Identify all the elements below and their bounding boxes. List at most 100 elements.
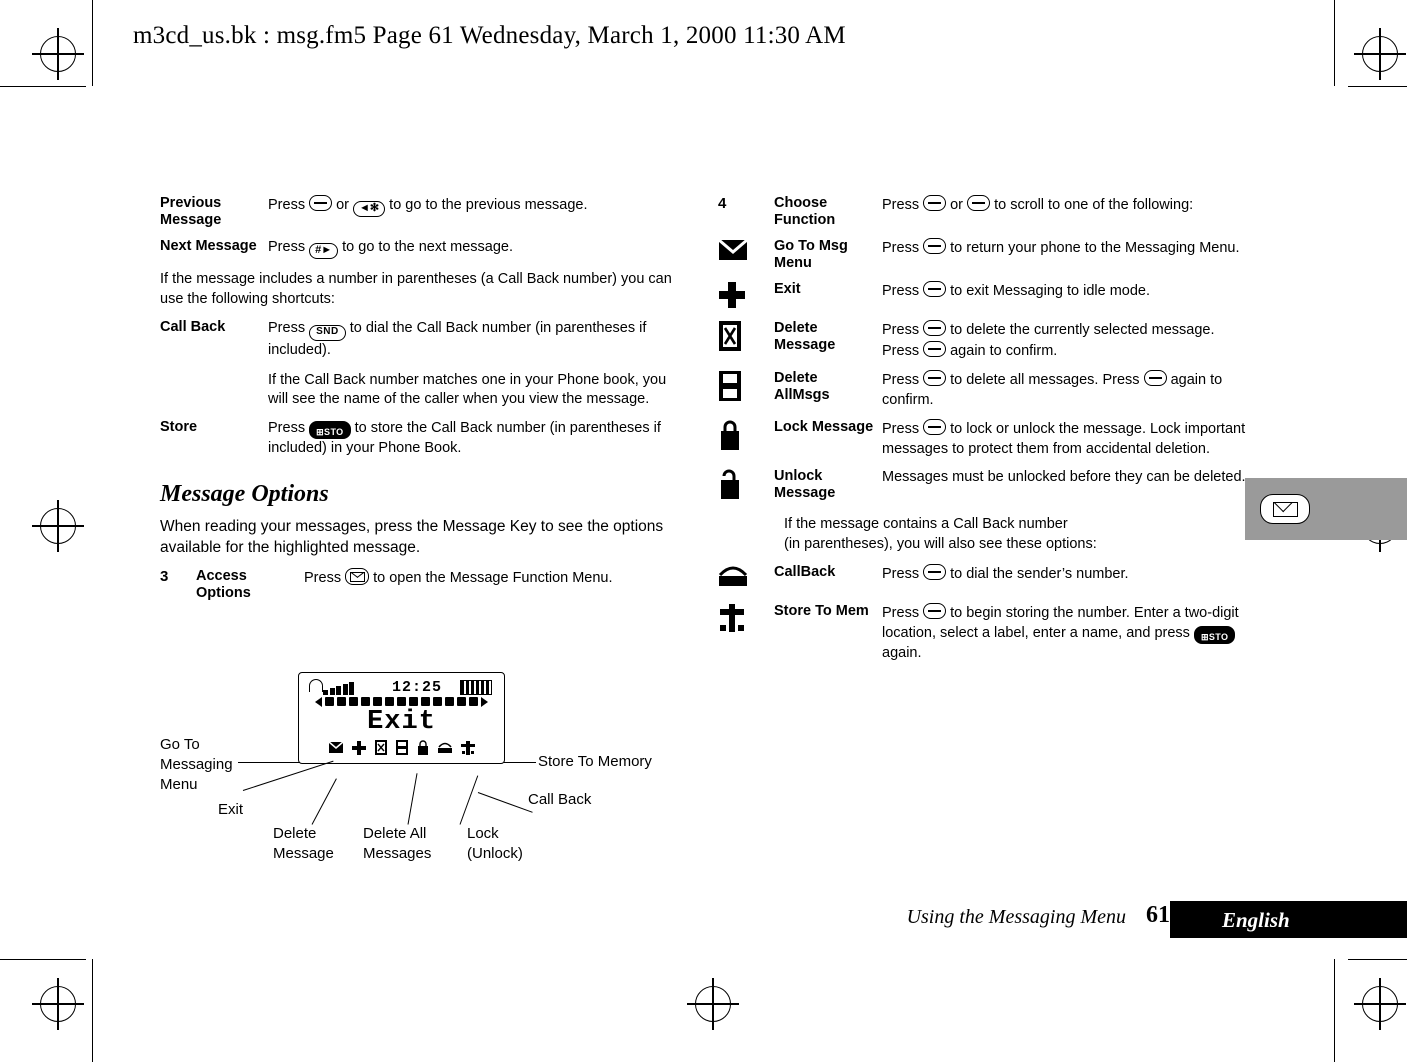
term-go-to-msg-menu: Go To Msg Menu bbox=[774, 238, 848, 271]
volume-down-key-icon bbox=[967, 195, 991, 211]
section-heading-message-options: Message Options bbox=[160, 481, 329, 507]
desc-text: Press bbox=[882, 566, 924, 582]
desc-text: Press bbox=[268, 197, 310, 213]
table-row-callback: CallBack Press to dial the sender’s numb… bbox=[718, 564, 1248, 603]
desc-store-to-mem: Press to begin storing the number. Enter… bbox=[882, 603, 1248, 663]
leader-line-delete-msg bbox=[311, 778, 337, 825]
crop-rule-right bbox=[1334, 0, 1335, 86]
step-number-3: 3 bbox=[160, 568, 169, 585]
registration-mark-bottom-right bbox=[1354, 978, 1406, 1030]
desc-go-to-msg-menu: Press to return your phone to the Messag… bbox=[882, 238, 1248, 259]
crop-rule-bottom-left bbox=[0, 959, 86, 960]
leader-line-delete-all bbox=[407, 773, 418, 825]
desc-text: again. bbox=[882, 644, 922, 661]
select-key-icon bbox=[923, 564, 947, 580]
snd-key-icon: SND bbox=[309, 325, 346, 341]
previous-next-table: Previous Message Press or ◄✻ to go to th… bbox=[160, 195, 690, 268]
label-text: Lock (Unlock) bbox=[467, 825, 523, 862]
leader-line-go-to-menu bbox=[238, 762, 300, 763]
store-to-mem-icon bbox=[460, 740, 475, 760]
delete-all-msgs-icon bbox=[395, 740, 408, 760]
sto-key-icon: ⊞STO bbox=[1193, 625, 1236, 644]
table-row-exit: Exit Press to exit Messaging to idle mod… bbox=[718, 281, 1248, 320]
select-key-icon bbox=[923, 340, 947, 357]
desc-text: to delete all messages. Press bbox=[946, 372, 1144, 388]
crop-rule-top-left bbox=[0, 86, 86, 87]
term-store: Store bbox=[160, 418, 198, 435]
desc-text: Press bbox=[268, 320, 310, 336]
desc-text: to go to the next message. bbox=[338, 239, 514, 255]
figure-label-call-back: Call Back bbox=[528, 790, 591, 810]
desc-text: to go to the previous message. bbox=[385, 197, 588, 213]
signal-strength-icon bbox=[323, 682, 354, 695]
desc-text: to exit Messaging to idle mode. bbox=[946, 283, 1151, 299]
footer-language: English bbox=[1222, 908, 1290, 932]
registration-mark-top-left bbox=[32, 28, 84, 80]
crop-rule-bottom-right-v bbox=[1334, 959, 1335, 1062]
step-3-table: 3 Access Options Press to open the Messa… bbox=[160, 568, 690, 611]
lcd-status-bar: 12:25 bbox=[305, 677, 498, 696]
select-key-icon bbox=[1143, 370, 1167, 386]
select-key-icon bbox=[923, 238, 947, 254]
term-delete-message: Delete Message bbox=[774, 320, 836, 353]
desc-text: Press bbox=[882, 283, 924, 299]
term-next-message: Next Message bbox=[160, 238, 257, 254]
table-row-previous-message: Previous Message Press or ◄✻ to go to th… bbox=[160, 195, 690, 238]
scroll-left-arrow-icon bbox=[315, 696, 322, 707]
term-choose-function: Choose Function bbox=[774, 195, 836, 228]
desc-text: Press bbox=[882, 197, 924, 213]
desc-delete-all-msgs: Press to delete all messages. Press agai… bbox=[882, 370, 1248, 410]
lcd-icon-row bbox=[307, 740, 496, 760]
leader-line-exit bbox=[242, 760, 334, 791]
term-exit: Exit bbox=[774, 281, 801, 297]
term-call-back: Call Back bbox=[160, 319, 226, 335]
exit-icon bbox=[718, 281, 750, 311]
star-key-icon: ◄✻ bbox=[353, 201, 386, 217]
desc-call-back: Press SND to dial the Call Back number (… bbox=[268, 319, 690, 361]
table-row-delete-message: Delete Message Press to delete the curre… bbox=[718, 320, 1248, 370]
select-key-icon bbox=[923, 281, 947, 297]
crop-rule-top-right bbox=[1348, 86, 1407, 87]
figure-label-store-to-memory: Store To Memory bbox=[538, 752, 652, 772]
footer-language-band: English bbox=[1170, 901, 1407, 938]
unlock-message-icon bbox=[718, 468, 750, 499]
select-key-icon bbox=[923, 320, 947, 336]
message-key-icon bbox=[345, 568, 370, 585]
desc-exit: Press to exit Messaging to idle mode. bbox=[882, 281, 1248, 302]
desc-access-options: Press to open the Message Function Menu. bbox=[304, 568, 690, 589]
step-number-4: 4 bbox=[718, 195, 727, 212]
figure-label-delete-message: Delete Message bbox=[273, 824, 343, 864]
right-column: 4 Choose Function Press or to scroll to … bbox=[718, 195, 1248, 672]
desc-text: Press bbox=[882, 372, 924, 388]
call-back-options-table: CallBack Press to dial the sender’s numb… bbox=[718, 564, 1248, 672]
figure-label-lock-unlock: Lock (Unlock) bbox=[467, 824, 537, 864]
desc-store: Press ⊞STO to store the Call Back number… bbox=[268, 419, 690, 459]
term-access-options: Access Options bbox=[196, 568, 251, 601]
phone-display-figure: 12:25 Exit Go To Messaging Menu Exit Del… bbox=[160, 672, 700, 887]
lcd-screen: 12:25 Exit bbox=[298, 672, 505, 764]
desc-text: Press bbox=[304, 570, 346, 586]
table-row-unlock-message: Unlock Message Messages must be unlocked… bbox=[718, 468, 1248, 511]
table-row-go-to-msg-menu: Go To Msg Menu Press to return your phon… bbox=[718, 238, 1248, 281]
term-previous-message: Previous Message bbox=[160, 195, 222, 228]
desc-text: Press bbox=[268, 239, 310, 255]
desc-unlock-message: Messages must be unlocked before they ca… bbox=[882, 469, 1246, 485]
desc-text: Press bbox=[268, 419, 310, 436]
term-store-to-mem: Store To Mem bbox=[774, 603, 869, 619]
crop-rule-bottom-right bbox=[1348, 959, 1407, 960]
hash-key-icon: #► bbox=[309, 243, 339, 259]
select-key-icon bbox=[923, 419, 947, 435]
registration-mark-bottom-center bbox=[687, 978, 739, 1030]
label-text: Store To Memory bbox=[538, 753, 652, 770]
lock-message-icon bbox=[718, 419, 750, 450]
desc-callback: Press to dial the sender’s number. bbox=[882, 564, 1248, 585]
section-intro: When reading your messages, press the Me… bbox=[160, 518, 664, 556]
desc-text: again to confirm. bbox=[946, 342, 1058, 359]
desc-choose-function: Press or to scroll to one of the followi… bbox=[882, 195, 1248, 216]
select-key-icon bbox=[923, 603, 947, 619]
figure-label-exit: Exit bbox=[218, 800, 243, 820]
desc-call-back-extra: If the Call Back number matches one in y… bbox=[268, 371, 667, 408]
lock-message-icon bbox=[417, 740, 429, 760]
chapter-tab-marker bbox=[1245, 478, 1407, 540]
desc-text: Press bbox=[882, 240, 924, 256]
